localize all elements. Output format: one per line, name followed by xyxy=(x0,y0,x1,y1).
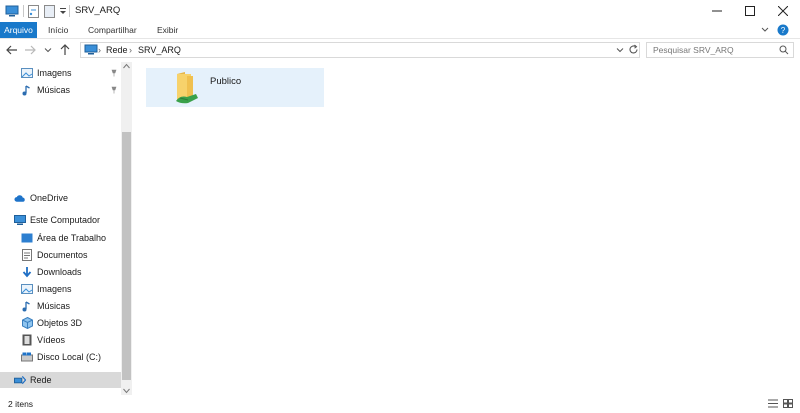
sidebar-item-label: Rede xyxy=(30,375,52,385)
refresh-icon[interactable] xyxy=(628,44,639,55)
sidebar-item-objetos-3d[interactable]: Objetos 3D xyxy=(21,315,82,331)
sidebar-item-documentos[interactable]: Documentos xyxy=(21,247,88,263)
sidebar-item-label: Músicas xyxy=(37,301,71,311)
details-view-icon[interactable] xyxy=(768,399,778,408)
sidebar-item-onedrive[interactable]: OneDrive xyxy=(14,190,68,206)
network-icon xyxy=(14,374,26,386)
customize-toolbar-icon[interactable] xyxy=(59,3,67,19)
recent-locations-icon[interactable] xyxy=(40,42,56,58)
sidebar-item-label: Este Computador xyxy=(30,215,101,225)
breadcrumb-separator: › xyxy=(129,45,132,55)
sidebar-item-label: Vídeos xyxy=(37,335,66,345)
sidebar-item-downloads[interactable]: Downloads xyxy=(21,264,82,280)
shared-folder-icon xyxy=(174,72,200,104)
scroll-up-icon[interactable] xyxy=(123,63,130,69)
cube-3d-icon xyxy=(21,317,33,329)
up-arrow-icon[interactable] xyxy=(57,42,73,58)
large-icons-view-icon[interactable] xyxy=(783,399,793,408)
sidebar-item-imagens-pinned[interactable]: Imagens xyxy=(21,65,72,81)
ribbon-expand-icon[interactable] xyxy=(760,25,770,35)
sidebar-item-label: Imagens xyxy=(37,284,72,294)
file-list-area[interactable] xyxy=(132,62,800,395)
navigation-bar: › Rede › SRV_ARQ Pesquisar SRV_ARQ xyxy=(0,38,800,62)
sidebar-item-label: Objetos 3D xyxy=(37,318,83,328)
sidebar-item-label: OneDrive xyxy=(30,193,69,203)
drive-icon xyxy=(21,351,33,363)
address-dropdown-icon[interactable] xyxy=(616,46,624,54)
breadcrumb-srv-arq[interactable]: SRV_ARQ xyxy=(138,44,181,57)
sidebar-item-label: Downloads xyxy=(37,267,82,277)
address-bar[interactable]: › Rede › SRV_ARQ xyxy=(80,42,640,58)
pictures-icon xyxy=(21,283,33,295)
shared-folder-tile[interactable]: Publico xyxy=(146,68,324,107)
svg-text:?: ? xyxy=(781,26,786,35)
back-arrow-icon[interactable] xyxy=(4,42,20,58)
search-input[interactable]: Pesquisar SRV_ARQ xyxy=(646,42,794,58)
video-icon xyxy=(21,334,33,346)
tab-exibir[interactable]: Exibir xyxy=(157,22,178,38)
tab-inicio[interactable]: Início xyxy=(48,22,68,38)
tab-arquivo[interactable]: Arquivo xyxy=(0,22,37,38)
folder-name: Publico xyxy=(210,76,242,87)
window-title: SRV_ARQ xyxy=(75,5,121,16)
sidebar-item-imagens[interactable]: Imagens xyxy=(21,281,72,297)
sidebar-item-rede[interactable]: Rede xyxy=(0,372,121,388)
download-arrow-icon xyxy=(21,266,33,278)
maximize-button[interactable] xyxy=(733,0,767,22)
music-icon xyxy=(21,84,33,96)
tab-compartilhar[interactable]: Compartilhar xyxy=(88,22,137,38)
sidebar-item-videos[interactable]: Vídeos xyxy=(21,332,65,348)
breadcrumb-rede[interactable]: Rede xyxy=(106,44,128,57)
sidebar-item-musicas-pinned[interactable]: Músicas xyxy=(21,82,70,98)
title-bar: SRV_ARQ xyxy=(0,0,800,22)
navigation-pane: Imagens Músicas OneDrive Este Computador… xyxy=(0,62,121,395)
sidebar-item-musicas[interactable]: Músicas xyxy=(21,298,70,314)
sidebar-item-label: Músicas xyxy=(37,85,71,95)
desktop-icon xyxy=(21,232,33,244)
music-icon xyxy=(21,300,33,312)
sidebar-item-label: Documentos xyxy=(37,250,88,260)
properties-icon[interactable] xyxy=(28,3,39,19)
explorer-app-icon[interactable] xyxy=(5,3,19,19)
breadcrumb-separator: › xyxy=(98,45,101,55)
sidebar-item-disco-local[interactable]: Disco Local (C:) xyxy=(21,349,101,365)
computer-icon xyxy=(14,214,26,226)
pictures-icon xyxy=(21,67,33,79)
title-separator xyxy=(69,5,70,17)
quick-access-separator xyxy=(23,5,24,17)
ribbon-tabs: Arquivo Início Compartilhar Exibir ? xyxy=(0,22,800,39)
minimize-button[interactable] xyxy=(700,0,734,22)
help-icon[interactable]: ? xyxy=(777,24,789,36)
sidebar-item-area-de-trabalho[interactable]: Área de Trabalho xyxy=(21,230,106,246)
forward-arrow-icon[interactable] xyxy=(22,42,38,58)
sidebar-scrollbar[interactable] xyxy=(121,62,132,395)
network-location-icon xyxy=(84,44,98,56)
status-bar: 2 itens xyxy=(0,395,800,413)
documents-icon xyxy=(21,249,33,261)
sidebar-item-label: Disco Local (C:) xyxy=(37,352,102,362)
sidebar-item-este-computador[interactable]: Este Computador xyxy=(14,212,100,228)
sidebar-item-label: Área de Trabalho xyxy=(37,233,107,243)
search-placeholder: Pesquisar SRV_ARQ xyxy=(653,45,734,55)
cloud-icon xyxy=(14,192,26,204)
pin-icon[interactable] xyxy=(110,86,118,94)
search-icon[interactable] xyxy=(779,45,789,55)
sidebar-item-label: Imagens xyxy=(37,68,72,78)
close-button[interactable] xyxy=(766,0,800,22)
item-count: 2 itens xyxy=(8,399,34,409)
pin-icon[interactable] xyxy=(110,69,118,77)
scroll-down-icon[interactable] xyxy=(123,388,130,394)
new-folder-icon[interactable] xyxy=(44,3,55,19)
scrollbar-thumb[interactable] xyxy=(122,132,131,380)
